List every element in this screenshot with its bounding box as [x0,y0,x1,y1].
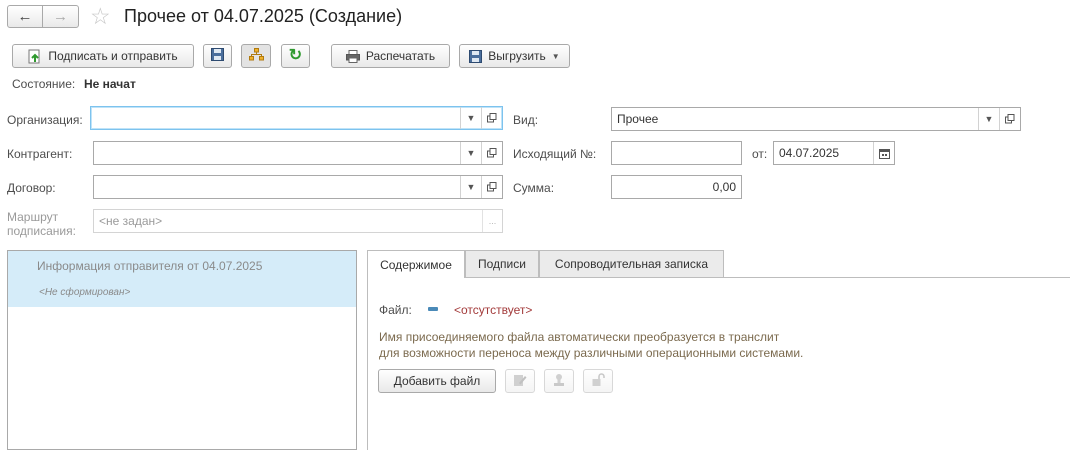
stamp-icon [552,373,566,390]
sign-and-send-label: Подписать и отправить [48,49,178,63]
list-item-title: Информация отправителя от 04.07.2025 [37,259,263,273]
sum-value[interactable]: 0,00 [612,180,741,194]
refresh-button[interactable]: ↻ [281,44,310,68]
open-form-icon[interactable] [481,176,502,198]
file-value[interactable]: <отсутствует> [454,303,532,317]
chevron-down-icon[interactable]: ▼ [460,107,481,129]
date-field[interactable]: 04.07.2025 [773,141,895,165]
printer-icon [345,49,360,63]
export-button[interactable]: Выгрузить ▼ [459,44,570,68]
contract-field[interactable]: ▼ [93,175,503,199]
refresh-icon: ↻ [288,47,303,64]
file-type-icon [428,307,438,311]
file-label: Файл: [379,303,412,317]
print-label: Распечатать [365,49,436,63]
calendar-icon[interactable] [873,142,894,164]
arrow-left-icon: ← [17,8,33,25]
date-label: от: [752,147,768,161]
contract-label: Договор: [7,181,56,195]
print-button[interactable]: Распечатать [331,44,450,68]
add-file-label: Добавить файл [393,374,481,388]
sum-label: Сумма: [513,181,555,195]
date-value[interactable]: 04.07.2025 [774,146,873,160]
unlock-file-button[interactable] [583,369,613,393]
route-field: <не задан> ... [93,209,503,233]
edit-file-button[interactable] [505,369,535,393]
outgoing-number-label: Исходящий №: [513,147,597,161]
sign-document-icon [28,49,42,64]
forward-button[interactable]: → [42,5,79,28]
sign-file-button[interactable] [544,369,574,393]
route-label: Маршрут подписания: [7,210,76,238]
favorite-star-icon[interactable]: ☆ [90,3,111,29]
status-label: Состояние: [12,77,76,91]
organization-label: Организация: [7,113,83,127]
export-label: Выгрузить [488,49,546,63]
list-item[interactable]: Информация отправителя от 04.07.2025 <Не… [8,251,356,307]
counterparty-field[interactable]: ▼ [93,141,503,165]
document-list-panel: Информация отправителя от 04.07.2025 <Не… [7,250,357,450]
route-label-line2: подписания: [7,224,76,238]
route-value: <не задан> [99,214,163,228]
tab-content[interactable]: Содержимое [367,250,465,278]
chevron-down-icon[interactable]: ▼ [460,176,481,198]
hint-line-1: Имя присоединяемого файла автоматически … [379,330,780,344]
open-form-icon[interactable] [999,108,1020,130]
status-value: Не начат [84,77,136,91]
tab-signatures-label: Подписи [478,257,526,271]
chevron-down-icon[interactable]: ▼ [978,108,999,130]
kind-label: Вид: [513,113,539,127]
edit-document-icon [513,373,527,390]
chevron-down-icon[interactable]: ▼ [460,142,481,164]
hint-line-2: для возможности переноса между различным… [379,346,804,360]
back-button[interactable]: ← [7,5,43,28]
tab-cover-letter[interactable]: Сопроводительная записка [539,250,724,277]
kind-field[interactable]: Прочее ▼ [611,107,1021,131]
outgoing-number-field[interactable] [611,141,742,165]
tab-content-label: Содержимое [380,257,452,272]
sign-and-send-button[interactable]: Подписать и отправить [12,44,194,68]
floppy-disk-icon [469,49,483,63]
sum-field[interactable]: 0,00 [611,175,742,199]
open-form-icon[interactable] [481,142,502,164]
tab-cover-letter-label: Сопроводительная записка [554,257,709,271]
floppy-disk-icon [211,48,224,64]
tab-signatures[interactable]: Подписи [465,250,539,277]
route-select-button: ... [482,210,502,232]
save-button[interactable] [203,44,232,68]
route-label-line1: Маршрут [7,210,59,224]
chevron-down-icon: ▼ [551,51,560,61]
window-title: Прочее от 04.07.2025 (Создание) [124,6,403,26]
organization-field[interactable]: ▼ [90,106,503,130]
arrow-right-icon: → [53,8,68,25]
counterparty-label: Контрагент: [7,147,73,161]
hierarchy-icon [248,48,264,64]
tabs-baseline [367,277,1070,278]
open-form-icon[interactable] [481,107,502,129]
tabs-panel-left-border [367,250,368,450]
unlock-icon [591,372,605,390]
kind-value[interactable]: Прочее [612,112,978,126]
add-file-button[interactable]: Добавить файл [378,369,496,393]
structure-button[interactable] [241,44,271,68]
list-item-subtitle: <Не сформирован> [39,287,131,298]
